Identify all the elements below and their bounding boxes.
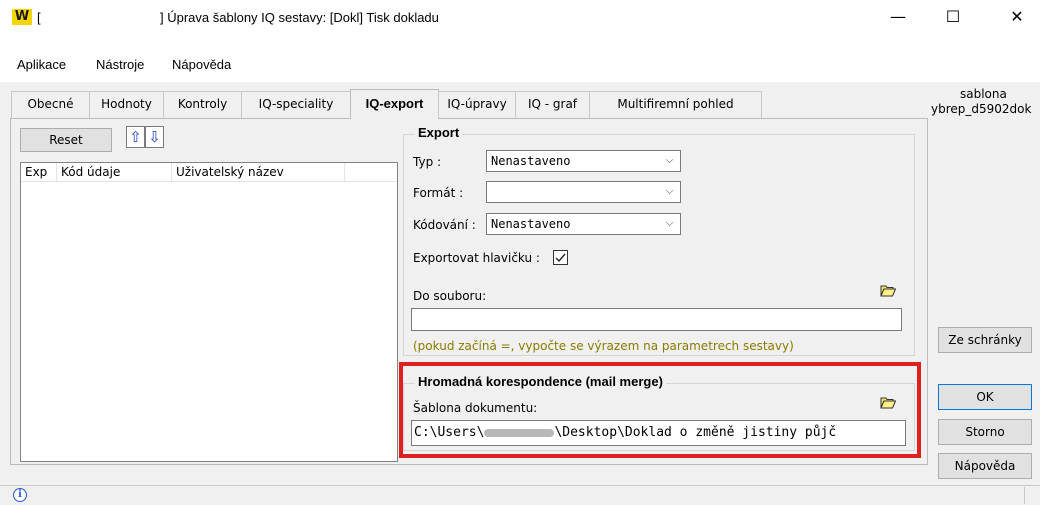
status-divider	[1024, 487, 1025, 504]
move-up-icon[interactable]: ⇧	[126, 126, 145, 148]
hlavicka-checkbox[interactable]	[553, 250, 568, 265]
move-down-icon[interactable]: ⇩	[145, 126, 164, 148]
status-bar	[0, 485, 1040, 505]
ok-button[interactable]: OK	[938, 384, 1032, 410]
column-divider[interactable]	[171, 163, 172, 182]
folder-open-icon[interactable]	[880, 284, 897, 297]
window-title: ] Úprava šablony IQ sestavy: [Dokl] Tisk…	[160, 10, 439, 25]
tab-obecne[interactable]: Obecné	[11, 91, 90, 118]
chevron-down-icon[interactable]: ⌵	[659, 214, 679, 234]
tab-iq-graf[interactable]: IQ - graf	[515, 91, 590, 118]
column-uzivatelsky-nazev[interactable]: Uživatelský název	[176, 165, 284, 179]
chevron-down-icon[interactable]: ⌵	[659, 182, 679, 202]
kodovani-label: Kódování :	[413, 218, 476, 232]
menu-napoveda[interactable]: Nápověda	[172, 57, 231, 72]
column-exp[interactable]: Exp	[25, 165, 47, 179]
typ-label: Typ :	[413, 155, 442, 169]
app-logo: W	[12, 9, 32, 25]
check-icon	[555, 253, 566, 263]
reset-button[interactable]: Reset	[20, 128, 112, 152]
soubor-input[interactable]	[411, 308, 902, 331]
column-kod-udaje[interactable]: Kód údaje	[61, 165, 120, 179]
typ-select[interactable]: Nenastaveno	[486, 150, 681, 172]
title-prefix: [	[37, 10, 41, 25]
tab-kontroly[interactable]: Kontroly	[163, 91, 242, 118]
format-label: Formát :	[413, 186, 464, 200]
maximize-button[interactable]: ☐	[930, 0, 976, 34]
ze-schranky-button[interactable]: Ze schránky	[938, 327, 1032, 353]
column-divider[interactable]	[56, 163, 57, 182]
napoveda-button[interactable]: Nápověda	[938, 453, 1032, 479]
storno-button[interactable]: Storno	[938, 419, 1032, 445]
field-list[interactable]	[20, 162, 398, 462]
kodovani-value: Nenastaveno	[491, 217, 571, 231]
close-button[interactable]: ✕	[994, 0, 1040, 34]
soubor-label: Do souboru:	[413, 289, 487, 303]
typ-value: Nenastaveno	[491, 154, 571, 168]
menu-nastroje[interactable]: Nástroje	[96, 57, 144, 72]
tab-multifiremni-pohled[interactable]: Multifiremní pohled	[589, 91, 762, 118]
kodovani-select[interactable]: Nenastaveno	[486, 213, 681, 235]
info-icon: i	[13, 488, 27, 502]
sablona-label: sablona	[960, 87, 1007, 101]
tab-hodnoty[interactable]: Hodnoty	[89, 91, 164, 118]
menu-bar	[0, 34, 1040, 82]
highlight-box	[399, 362, 921, 458]
minimize-button[interactable]: —	[875, 0, 921, 34]
chevron-down-icon[interactable]: ⌵	[659, 151, 679, 171]
hlavicka-label: Exportovat hlavičku :	[413, 251, 540, 265]
export-group-title: Export	[415, 125, 463, 140]
format-select[interactable]	[486, 181, 681, 203]
tab-iq-speciality[interactable]: IQ-speciality	[241, 91, 351, 118]
column-divider[interactable]	[344, 163, 345, 182]
tab-iq-upravy[interactable]: IQ-úpravy	[438, 91, 516, 118]
sablona-value: ybrep_d5902dok	[931, 102, 1032, 116]
menu-aplikace[interactable]: Aplikace	[17, 57, 66, 72]
soubor-hint: (pokud začíná =, vypočte se výrazem na p…	[413, 339, 794, 353]
tab-iq-export[interactable]: IQ-export	[350, 89, 439, 119]
